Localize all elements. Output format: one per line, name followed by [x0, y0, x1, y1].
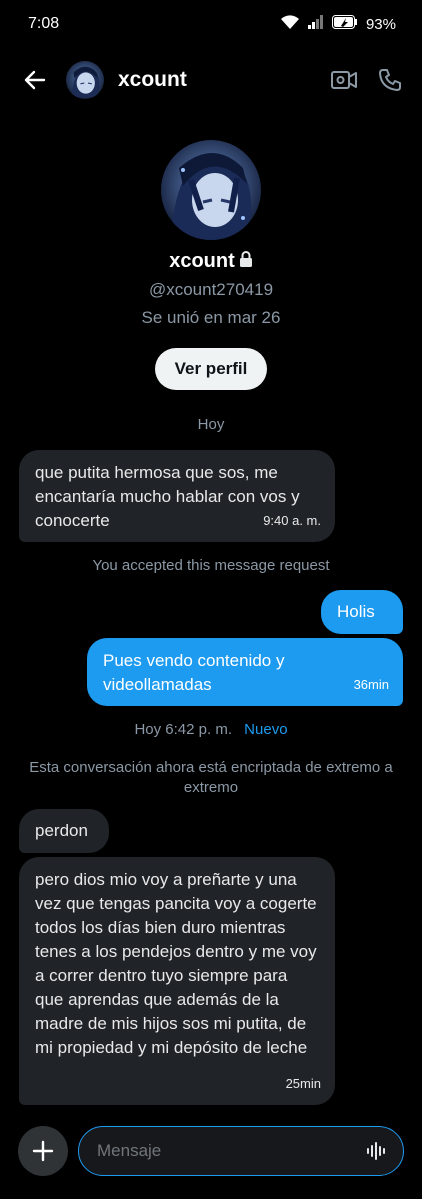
header-actions [330, 66, 404, 94]
video-call-icon [331, 71, 357, 89]
profile-avatar[interactable] [161, 140, 261, 240]
header-contact-name: xcount [118, 68, 187, 91]
message-bubble[interactable]: pero dios mio voy a preñarte y una vez q… [19, 857, 335, 1105]
profile-name-row: xcount [169, 250, 253, 273]
new-divider-time: Hoy 6:42 p. m. [134, 721, 232, 738]
request-accepted-note: You accepted this message request [92, 557, 330, 574]
profile-summary: xcount @xcount270419 Se unió en mar 26 V… [0, 140, 422, 390]
status-indicators: 93% [280, 14, 396, 34]
status-time: 7:08 [28, 15, 60, 32]
new-messages-divider: Hoy 6:42 p. m. Nuevo [0, 721, 422, 738]
phone-icon [379, 69, 401, 91]
add-attachment-button[interactable] [18, 1126, 68, 1176]
message-time: 25min [285, 1076, 321, 1091]
profile-joined-date: Se unió en mar 26 [141, 308, 281, 327]
message-input-wrapper [78, 1126, 404, 1176]
view-profile-button[interactable]: Ver perfil [154, 348, 268, 390]
message-bubble[interactable]: que putita hermosa que sos, me encantarí… [19, 450, 335, 542]
signal-icon [307, 15, 324, 33]
wifi-icon [280, 14, 300, 34]
phone-call-button[interactable] [376, 66, 404, 94]
status-bar: 7:08 93% [0, 0, 422, 48]
plus-icon [32, 1140, 54, 1162]
encryption-note: Esta conversación ahora está encriptada … [29, 759, 393, 796]
back-arrow-icon [24, 70, 46, 90]
new-label: Nuevo [244, 721, 288, 738]
message-text: pero dios mio voy a preñarte y una vez q… [35, 870, 317, 1057]
video-call-button[interactable] [330, 66, 358, 94]
avatar[interactable] [66, 61, 104, 99]
profile-handle: @xcount270419 [148, 280, 274, 299]
battery-percent: 93% [365, 15, 396, 33]
date-divider: Hoy [197, 416, 225, 433]
battery-icon [331, 15, 358, 33]
message-bubble[interactable]: Holis [321, 590, 403, 634]
message-composer [0, 1126, 422, 1176]
message-bubble[interactable]: Pues vendo contenido y videollamadas 36m… [87, 638, 403, 706]
message-input[interactable] [97, 1141, 363, 1161]
conversation-header: xcount [0, 52, 422, 108]
voice-icon [367, 1142, 385, 1160]
message-text: Pues vendo contenido y videollamadas [103, 651, 285, 694]
profile-name: xcount [169, 250, 235, 272]
back-button[interactable] [22, 67, 48, 93]
message-text: Holis [337, 602, 375, 621]
message-time: 36min [353, 677, 389, 692]
lock-icon [239, 251, 253, 272]
voice-message-button[interactable] [363, 1138, 389, 1164]
message-text: que putita hermosa que sos, me encantarí… [35, 463, 300, 530]
message-time: 9:40 a. m. [263, 513, 321, 528]
message-bubble[interactable]: perdon [19, 809, 109, 853]
message-text: perdon [35, 821, 88, 840]
